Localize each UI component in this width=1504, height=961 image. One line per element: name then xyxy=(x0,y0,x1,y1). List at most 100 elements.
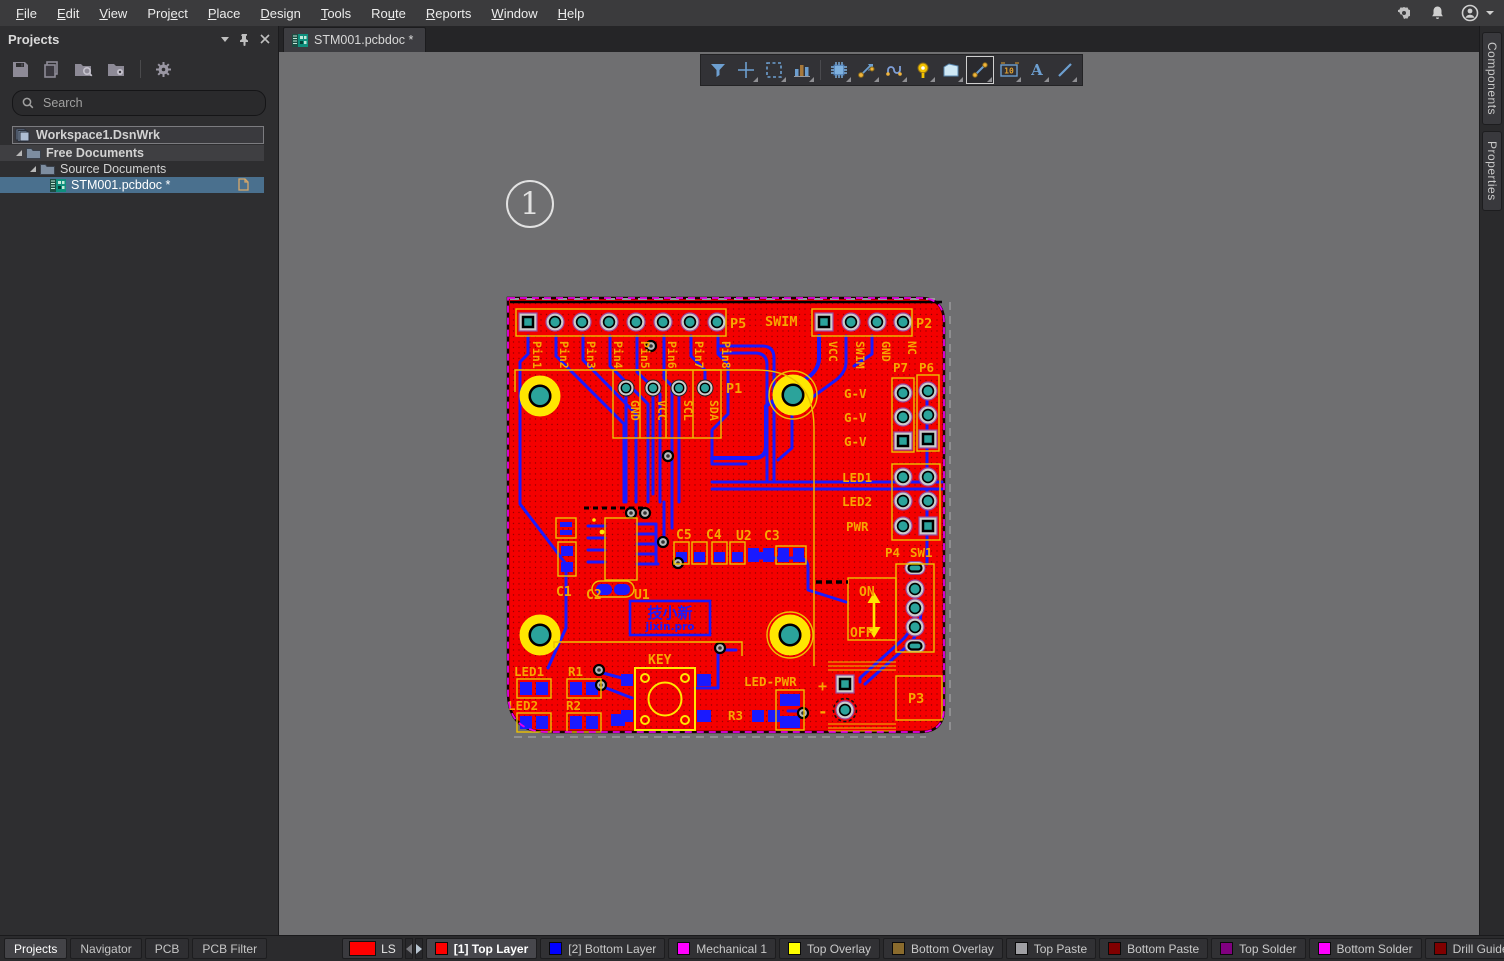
user-menu-caret-icon[interactable] xyxy=(1486,11,1494,15)
polygon-pour-icon[interactable] xyxy=(938,57,964,83)
menu-project[interactable]: Project xyxy=(137,6,197,21)
svg-text:U2: U2 xyxy=(736,529,752,544)
svg-text:Pin8: Pin8 xyxy=(719,341,733,369)
svg-text:VCC: VCC xyxy=(655,400,669,421)
place-pad-icon[interactable] xyxy=(789,57,815,83)
svg-text:ON: ON xyxy=(859,585,875,600)
layer-tab-mechanical-1[interactable]: Mechanical 1 xyxy=(668,938,776,959)
expand-icon[interactable] xyxy=(16,150,22,156)
svg-text:NC: NC xyxy=(905,341,919,355)
place-via-icon[interactable] xyxy=(910,57,936,83)
layer-color-swatch xyxy=(1220,942,1233,955)
svg-text:Pin1: Pin1 xyxy=(530,341,544,369)
source-documents-label: Source Documents xyxy=(60,162,166,176)
pcb-document-label: STM001.pcbdoc * xyxy=(71,178,170,192)
pcb-board-view[interactable]: P5 SWIM P2 Pin1 Pin2 Pin3 Pin4 Pin5 Pin6… xyxy=(506,296,956,740)
right-panel-strip: Components Properties xyxy=(1479,26,1504,936)
place-component-icon[interactable] xyxy=(826,57,852,83)
workspace-icon xyxy=(15,128,31,142)
bottom-tab-projects[interactable]: Projects xyxy=(4,938,67,959)
tab-stm001-pcbdoc[interactable]: STM001.pcbdoc * xyxy=(283,27,426,52)
search-input[interactable] xyxy=(41,95,245,111)
interactive-route-icon[interactable] xyxy=(854,57,880,83)
svg-text:SWIM: SWIM xyxy=(853,341,867,369)
svg-text:OFF: OFF xyxy=(850,626,874,641)
jump-crosshair-icon[interactable] xyxy=(733,57,759,83)
layer-color-swatch xyxy=(1434,942,1447,955)
tune-length-icon[interactable] xyxy=(882,57,908,83)
tab-components[interactable]: Components xyxy=(1482,32,1502,125)
draw-line-icon[interactable] xyxy=(1052,57,1078,83)
user-account-icon[interactable] xyxy=(1461,4,1479,22)
settings-gear-icon[interactable] xyxy=(1395,4,1413,22)
svg-text:LED2: LED2 xyxy=(842,494,872,509)
filter-icon[interactable] xyxy=(705,57,731,83)
menu-route[interactable]: Route xyxy=(361,6,416,21)
tab-properties[interactable]: Properties xyxy=(1482,131,1502,211)
scroll-layers-right-button[interactable] xyxy=(415,938,423,959)
save-icon[interactable] xyxy=(12,61,29,78)
svg-text:G-V: G-V xyxy=(844,434,867,449)
svg-text:C5: C5 xyxy=(676,528,692,543)
layer-color-swatch xyxy=(677,942,690,955)
document-tab-strip: STM001.pcbdoc * xyxy=(279,26,1480,52)
panel-pin-icon[interactable] xyxy=(239,33,250,46)
layer-tab-bottom-solder[interactable]: Bottom Solder xyxy=(1309,938,1422,959)
svg-text:技小新: 技小新 xyxy=(647,604,692,622)
bottom-tab-pcb-filter[interactable]: PCB Filter xyxy=(192,938,267,959)
layer-set-button[interactable]: LS xyxy=(342,938,403,959)
menu-place[interactable]: Place xyxy=(198,6,251,21)
tree-item-free-documents[interactable]: Free Documents xyxy=(0,145,264,161)
layer-set-color-swatch xyxy=(349,941,376,956)
status-bottom-bar: Projects Navigator PCB PCB Filter LS [1]… xyxy=(0,935,1504,961)
bottom-tab-pcb[interactable]: PCB xyxy=(145,938,190,959)
svg-text:P6: P6 xyxy=(919,360,934,375)
place-text-icon[interactable]: A xyxy=(1024,57,1050,83)
layer-tab-top-paste[interactable]: Top Paste xyxy=(1006,938,1096,959)
notifications-bell-icon[interactable] xyxy=(1428,4,1446,22)
menu-help[interactable]: Help xyxy=(548,6,595,21)
menu-tools[interactable]: Tools xyxy=(311,6,361,21)
svg-text:SW1: SW1 xyxy=(910,545,933,560)
tree-item-source-documents[interactable]: Source Documents xyxy=(0,161,264,177)
svg-text:KEY: KEY xyxy=(648,653,672,668)
copy-documents-icon[interactable] xyxy=(43,61,60,78)
tree-item-pcb-document[interactable]: STM001.pcbdoc * xyxy=(0,177,264,193)
scroll-layers-left-button[interactable] xyxy=(405,938,413,959)
folder-icon xyxy=(40,163,55,175)
free-documents-label: Free Documents xyxy=(46,146,144,160)
pcb-editor-canvas[interactable]: 10 A 1 xyxy=(279,52,1480,936)
layer-tab-bottom-overlay[interactable]: Bottom Overlay xyxy=(883,938,1003,959)
tree-item-workspace[interactable]: Workspace1.DsnWrk xyxy=(12,126,264,144)
place-line-icon[interactable] xyxy=(966,56,994,84)
menu-edit[interactable]: Edit xyxy=(47,6,89,21)
panel-close-icon[interactable] xyxy=(260,34,270,44)
layer-tab-top-solder[interactable]: Top Solder xyxy=(1211,938,1305,959)
layer-tab-bottom-layer[interactable]: [2] Bottom Layer xyxy=(540,938,665,959)
menu-design[interactable]: Design xyxy=(250,6,310,21)
layer-tab-top-layer[interactable]: [1] Top Layer xyxy=(426,938,537,959)
layer-color-swatch xyxy=(892,942,905,955)
panel-menu-icon[interactable] xyxy=(221,37,229,42)
menu-reports[interactable]: Reports xyxy=(416,6,482,21)
layer-tab-bottom-paste[interactable]: Bottom Paste xyxy=(1099,938,1208,959)
select-area-icon[interactable] xyxy=(761,57,787,83)
search-icon xyxy=(22,97,34,109)
layer-tab-drill-guide[interactable]: Drill Guide xyxy=(1425,938,1504,959)
layer-color-swatch xyxy=(549,942,562,955)
bottom-tab-navigator[interactable]: Navigator xyxy=(70,938,141,959)
svg-text:G-V: G-V xyxy=(844,410,867,425)
panel-gear-icon[interactable] xyxy=(155,61,172,78)
svg-text:P3: P3 xyxy=(908,691,924,707)
menu-view[interactable]: View xyxy=(89,6,137,21)
folder-search-icon[interactable] xyxy=(74,61,93,78)
svg-text:Pin6: Pin6 xyxy=(665,341,679,369)
layer-tab-top-overlay[interactable]: Top Overlay xyxy=(779,938,880,959)
folder-settings-icon[interactable] xyxy=(107,61,126,78)
menu-file[interactable]: File xyxy=(6,6,47,21)
dimension-icon[interactable]: 10 xyxy=(996,57,1022,83)
menu-window[interactable]: Window xyxy=(481,6,547,21)
svg-text:PWR: PWR xyxy=(846,519,869,534)
layer-color-swatch xyxy=(435,942,448,955)
expand-icon[interactable] xyxy=(30,166,36,172)
